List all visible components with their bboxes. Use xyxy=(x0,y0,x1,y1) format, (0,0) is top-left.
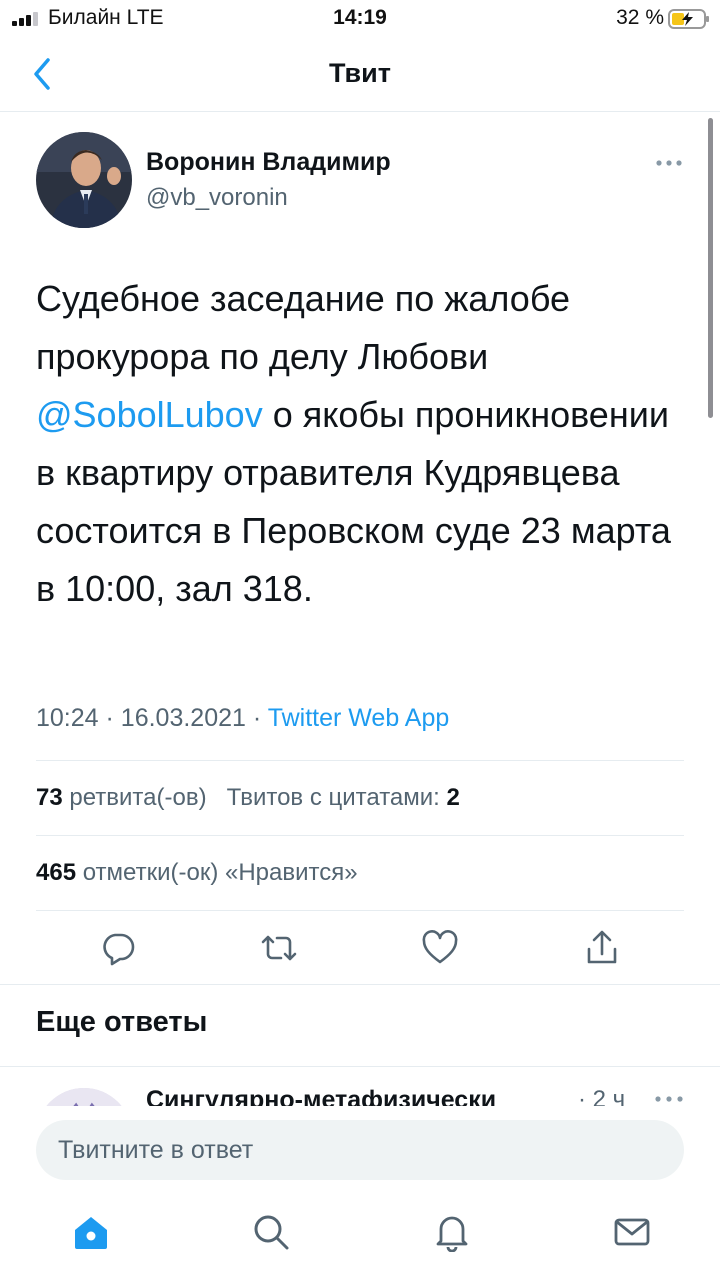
tweet-source-link[interactable]: Twitter Web App xyxy=(268,704,450,732)
like-button[interactable] xyxy=(418,926,462,970)
tweet-time: 10:24 xyxy=(36,704,99,732)
scrollbar[interactable] xyxy=(708,118,713,418)
divider xyxy=(36,760,684,761)
retweet-button[interactable] xyxy=(257,926,301,970)
like-icon xyxy=(422,930,458,964)
reply-composer: Твитните в ответ xyxy=(0,1106,720,1196)
messages-icon xyxy=(614,1218,650,1246)
search-icon xyxy=(254,1215,289,1250)
page-title: Твит xyxy=(329,58,391,88)
likes-count: 465 xyxy=(36,859,77,886)
nav-bar: Твит xyxy=(0,40,720,112)
author-avatar[interactable] xyxy=(36,132,132,228)
notifications-icon xyxy=(436,1216,468,1252)
tab-notifications[interactable] xyxy=(430,1210,474,1254)
battery-percent: 32 % xyxy=(616,6,664,29)
more-horizontal-icon xyxy=(656,160,682,166)
tweet-actions xyxy=(0,912,720,984)
tweet-meta: 10:24 · 16.03.2021 · Twitter Web App xyxy=(36,704,449,733)
reply-avatar[interactable] xyxy=(36,1088,132,1106)
more-options-button[interactable] xyxy=(652,150,686,176)
meta-separator: · xyxy=(252,704,262,732)
quotes-label: Твитов с цитатами: xyxy=(226,784,440,811)
retweets-label: ретвита(-ов) xyxy=(69,784,207,811)
tab-messages[interactable] xyxy=(610,1210,654,1254)
author-name[interactable]: Воронин Владимир xyxy=(146,148,391,177)
quotes-count: 2 xyxy=(446,784,460,811)
battery-charging-icon xyxy=(668,9,709,29)
tweet-date: 16.03.2021 xyxy=(120,704,246,732)
mention-link[interactable]: @SobolLubov xyxy=(36,394,263,435)
home-icon xyxy=(75,1217,107,1249)
section-divider xyxy=(0,984,720,985)
tweet-text: Судебное заседание по жалобе прокурора п… xyxy=(36,270,696,618)
reply-item[interactable]: Сингулярно-метафизически · 2 ч xyxy=(0,1068,720,1106)
reply-button[interactable] xyxy=(96,926,140,970)
likes-stats[interactable]: 465 отметки(-ок) «Нравится» xyxy=(36,859,358,887)
reply-author-name[interactable]: Сингулярно-метафизически xyxy=(146,1086,546,1106)
tab-bar xyxy=(0,1196,720,1280)
tweet-text-part: Судебное заседание по жалобе прокурора п… xyxy=(36,278,571,377)
reply-input[interactable]: Твитните в ответ xyxy=(36,1120,684,1180)
retweet-icon xyxy=(261,935,297,961)
retweets-count: 73 xyxy=(36,784,63,811)
share-icon xyxy=(587,930,617,964)
share-button[interactable] xyxy=(580,926,624,970)
more-horizontal-icon[interactable] xyxy=(654,1094,684,1104)
section-divider xyxy=(0,1066,720,1067)
divider xyxy=(36,910,684,911)
reply-icon xyxy=(103,933,135,966)
tab-home[interactable] xyxy=(69,1210,113,1254)
divider xyxy=(36,835,684,836)
retweet-stats[interactable]: 73 ретвита(-ов) Твитов с цитатами: 2 xyxy=(36,784,460,812)
author-handle[interactable]: @vb_voronin xyxy=(146,184,288,212)
reply-time: · 2 ч xyxy=(578,1086,626,1106)
more-replies-heading: Еще ответы xyxy=(36,1006,208,1038)
tab-search[interactable] xyxy=(249,1210,293,1254)
status-bar: Билайн LTE 14:19 32 % xyxy=(0,0,720,40)
likes-label: отметки(-ок) «Нравится» xyxy=(82,859,358,886)
meta-separator: · xyxy=(105,704,114,732)
